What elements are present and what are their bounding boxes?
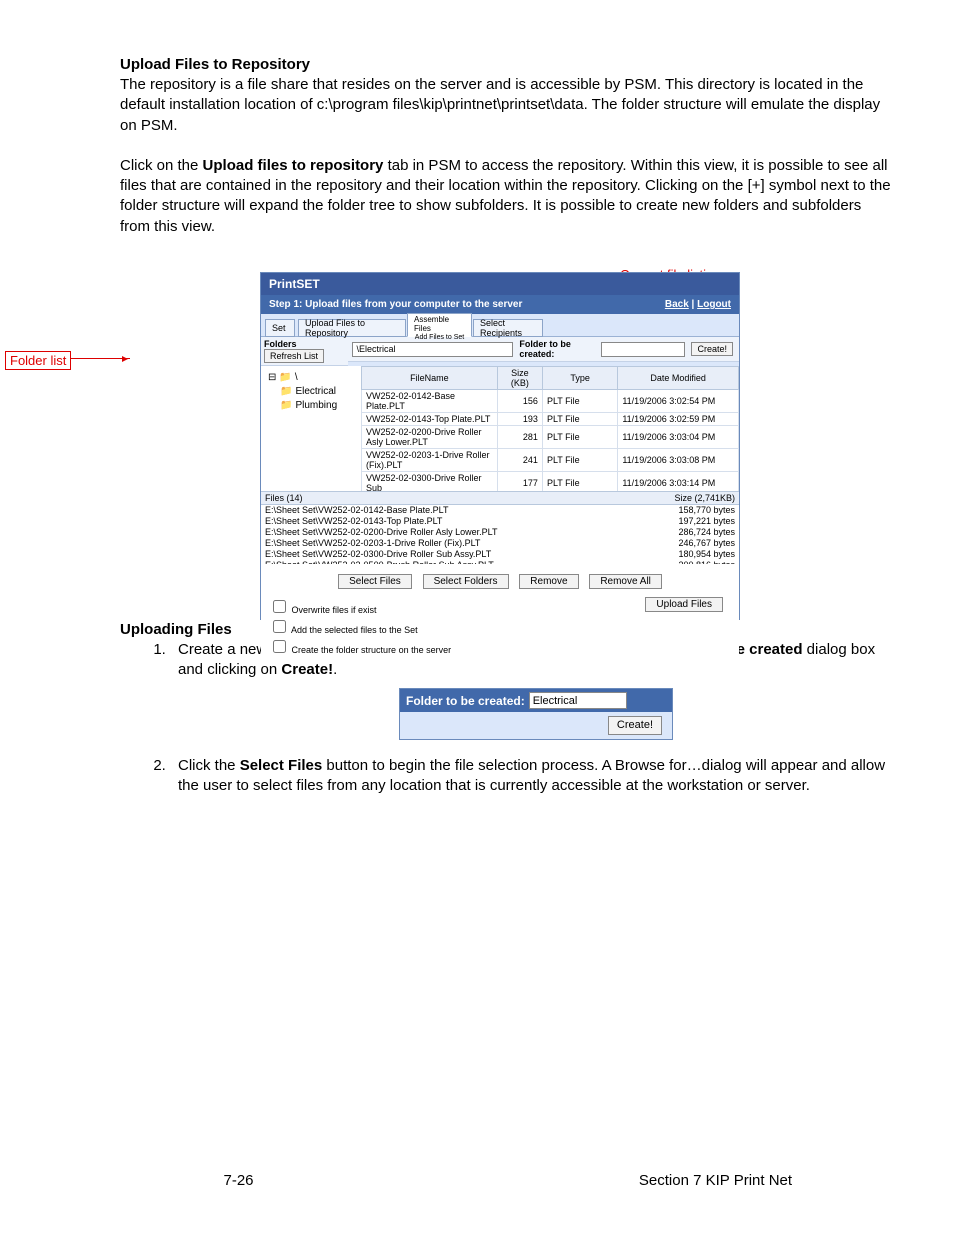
- folder-tree[interactable]: ⊟\ Electrical Plumbing: [263, 368, 359, 413]
- step-2: Click the Select Files button to begin t…: [170, 756, 894, 797]
- tree-node[interactable]: Electrical: [295, 385, 336, 399]
- label-folders: Folders: [264, 339, 297, 349]
- annotation-folder-list: Folder list: [5, 351, 71, 371]
- inline-create-btn[interactable]: Create!: [608, 716, 662, 735]
- btn-remove[interactable]: Remove: [519, 574, 578, 589]
- tree-node[interactable]: Plumbing: [295, 399, 337, 413]
- step-bar: Step 1: Upload files from your computer …: [261, 295, 739, 314]
- link-back[interactable]: Back: [665, 299, 689, 310]
- tab-upload[interactable]: Upload Files to Repository: [298, 319, 406, 337]
- btn-upload-files[interactable]: Upload Files: [645, 597, 723, 612]
- tab-set[interactable]: Set: [265, 319, 295, 337]
- tree-expand-icon[interactable]: ⊟: [268, 371, 276, 385]
- list-item: E:\Sheet Set\VW252-02-0203-1-Drive Rolle…: [265, 538, 735, 549]
- col-filename[interactable]: FileName: [362, 367, 498, 390]
- opt-add-to-set[interactable]: Add the selected files to the Set: [269, 617, 731, 637]
- link-logout[interactable]: Logout: [697, 299, 731, 310]
- opt-create-structure[interactable]: Create the folder structure on the serve…: [269, 637, 731, 657]
- btn-remove-all[interactable]: Remove All: [589, 574, 662, 589]
- table-row: VW252-02-0203-1-Drive Roller (Fix).PLT24…: [362, 449, 739, 472]
- table-row: VW252-02-0300-Drive Roller Sub177PLT Fil…: [362, 472, 739, 492]
- section-label: Section 7 KIP Print Net: [477, 1172, 954, 1189]
- inline-folder-input[interactable]: [529, 692, 627, 709]
- folder-icon: [279, 371, 291, 385]
- tab-recipients[interactable]: Select Recipients: [473, 319, 543, 337]
- folder-icon: [280, 385, 292, 399]
- file-table: FileName Size (KB) Type Date Modified VW…: [361, 366, 739, 491]
- selected-files-panel: Files (14) Size (2,741KB) E:\Sheet Set\V…: [261, 491, 739, 564]
- para-intro: The repository is a file share that resi…: [120, 75, 894, 136]
- col-date[interactable]: Date Modified: [618, 367, 739, 390]
- sel-files-label: Files (14): [261, 492, 670, 504]
- folder-create-input[interactable]: [601, 342, 685, 357]
- page-number: 7-26: [0, 1172, 477, 1189]
- btn-select-files[interactable]: Select Files: [338, 574, 412, 589]
- list-item: E:\Sheet Set\VW252-02-0142-Base Plate.PL…: [265, 505, 735, 516]
- para-instructions: Click on the Upload files to repository …: [120, 156, 894, 237]
- table-row: VW252-02-0142-Base Plate.PLT156PLT File1…: [362, 390, 739, 413]
- heading-upload-repo: Upload Files to Repository: [120, 56, 894, 73]
- create-folder-dialog: Folder to be created: Create!: [399, 688, 673, 740]
- col-size[interactable]: Size (KB): [497, 367, 542, 390]
- label-folder-create: Folder to be created:: [519, 339, 595, 359]
- inline-label: Folder to be created:: [406, 693, 525, 709]
- folder-icon: [280, 399, 292, 413]
- table-row: VW252-02-0200-Drive Roller Asly Lower.PL…: [362, 426, 739, 449]
- btn-select-folders[interactable]: Select Folders: [423, 574, 509, 589]
- sel-size-label: Size (2,741KB): [670, 492, 739, 504]
- list-item: E:\Sheet Set\VW252-02-0200-Drive Roller …: [265, 527, 735, 538]
- app-screenshot: PrintSET Step 1: Upload files from your …: [260, 272, 740, 620]
- btn-create[interactable]: Create!: [691, 342, 733, 356]
- table-row: VW252-02-0143-Top Plate.PLT193PLT File11…: [362, 413, 739, 426]
- list-item: E:\Sheet Set\VW252-02-0143-Top Plate.PLT…: [265, 516, 735, 527]
- app-titlebar: PrintSET: [261, 273, 739, 295]
- list-item: E:\Sheet Set\VW252-02-0300-Drive Roller …: [265, 549, 735, 560]
- path-input[interactable]: \Electrical: [352, 342, 513, 357]
- col-type[interactable]: Type: [542, 367, 617, 390]
- btn-refresh-list[interactable]: Refresh List: [264, 349, 324, 363]
- tab-assemble[interactable]: Assemble FilesAdd Files to Set: [407, 313, 472, 337]
